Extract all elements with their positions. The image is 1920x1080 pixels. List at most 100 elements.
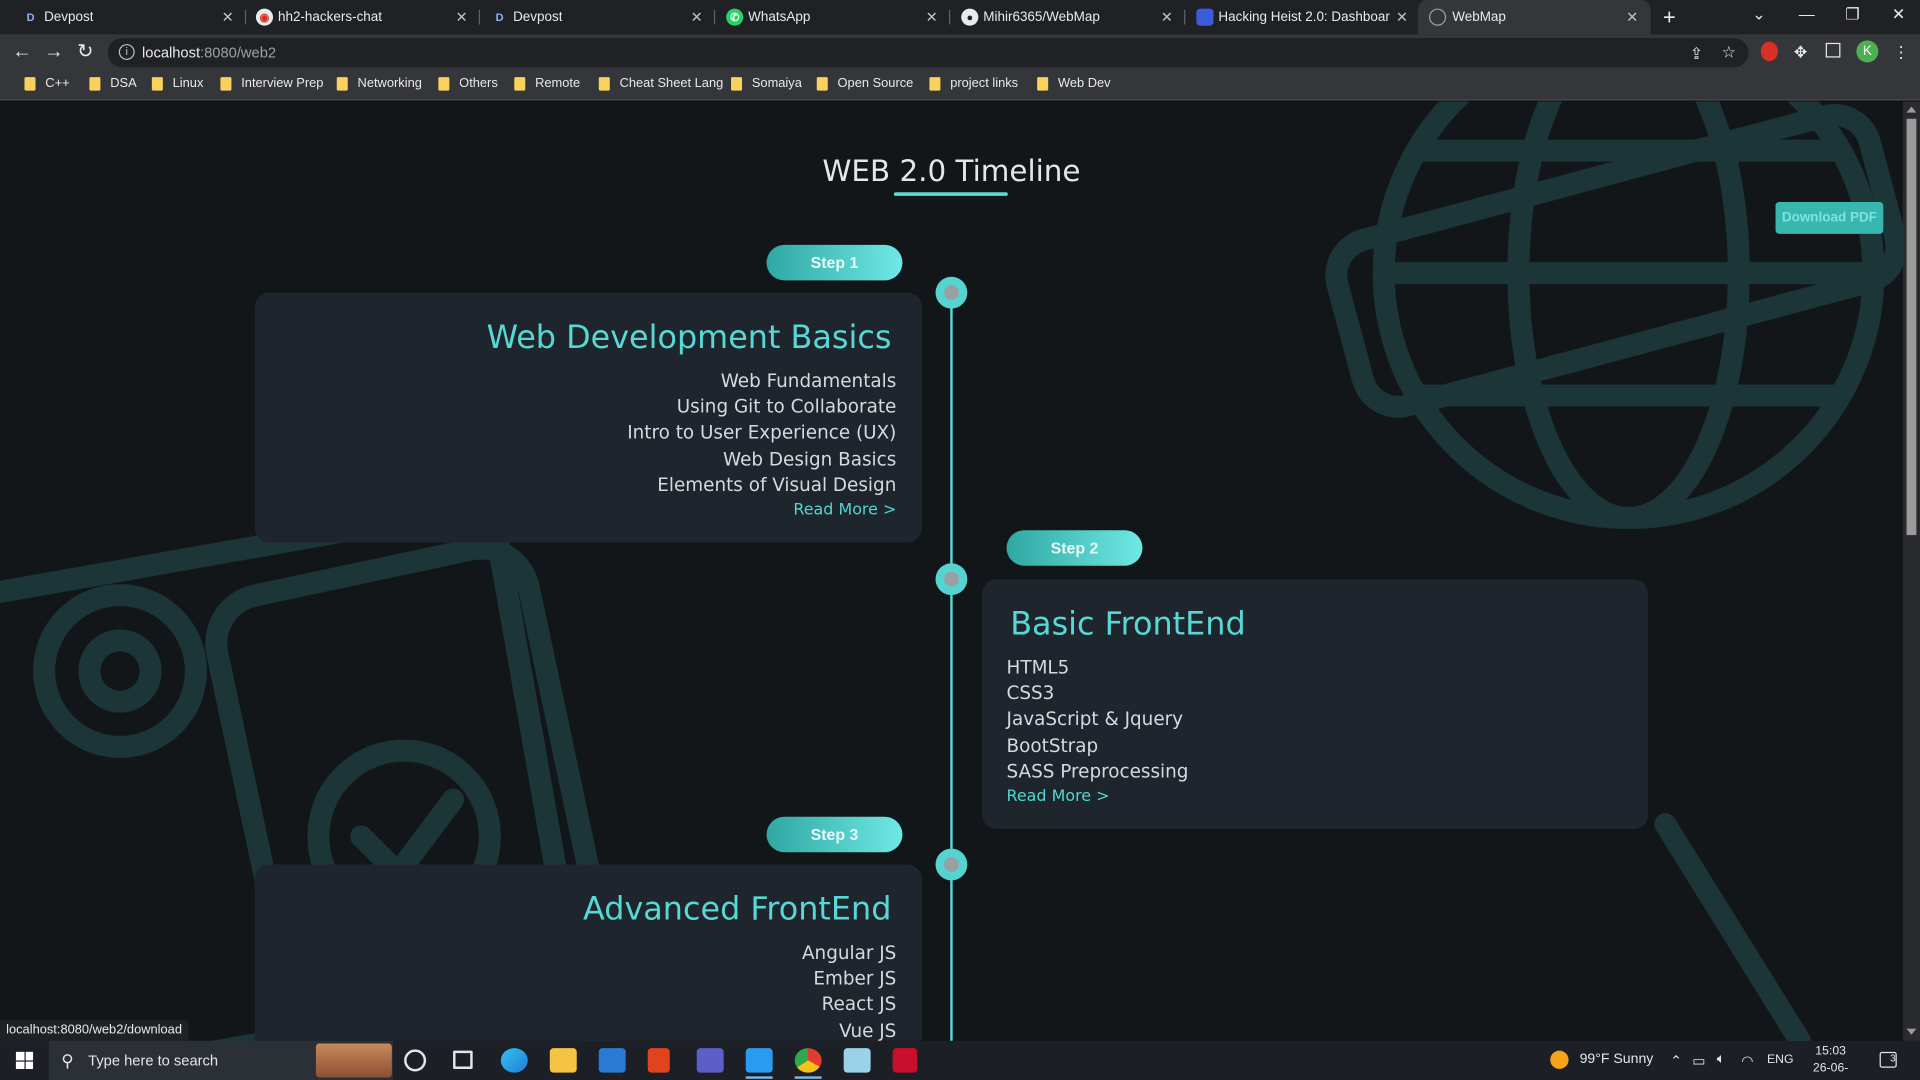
tab-whatsapp[interactable]: ✆ WhatsApp ✕	[726, 0, 940, 34]
office-icon[interactable]	[647, 1048, 670, 1073]
globe-icon	[1428, 8, 1447, 26]
tab-webmap[interactable]: WebMap ✕	[1417, 0, 1651, 35]
file-explorer-icon[interactable]	[549, 1048, 577, 1073]
card-title: Advanced FrontEnd	[583, 891, 892, 929]
teams-icon[interactable]	[696, 1048, 724, 1073]
bookmark-folder[interactable]: Web Dev	[1037, 76, 1111, 91]
scroll-up-icon[interactable]	[1906, 106, 1917, 113]
tab-devpost-1[interactable]: D Devpost ✕	[22, 0, 236, 34]
back-icon[interactable]: ←	[12, 42, 32, 64]
list-item: JavaScript & Jquery	[1006, 708, 1184, 731]
webmap-page: WEB 2.0 Timeline Download PDF Step 1 Web…	[0, 101, 1903, 1041]
list-item: Vue JS	[839, 1019, 897, 1041]
reload-icon[interactable]: ↻	[77, 42, 93, 64]
timeline-card-step-2: Basic FrontEnd HTML5 CSS3 JavaScript & J…	[982, 579, 1649, 829]
bookmark-folder[interactable]: Cheat Sheet Lang	[598, 76, 723, 91]
read-more-link[interactable]: Read More >	[793, 501, 896, 519]
address-bar[interactable]: i localhost:8080/web2 ⇪ ☆	[107, 37, 1749, 68]
close-tab-icon[interactable]: ✕	[1624, 9, 1641, 26]
close-tab-icon[interactable]: ✕	[688, 9, 705, 26]
close-tab-icon[interactable]: ✕	[453, 9, 470, 26]
bookmark-star-icon[interactable]: ☆	[1722, 43, 1736, 63]
bookmark-folder[interactable]: Linux	[151, 76, 203, 91]
list-item: HTML5	[1006, 656, 1070, 679]
folder-icon	[336, 76, 348, 91]
share-icon[interactable]: ⇪	[1690, 44, 1703, 64]
bookmark-folder[interactable]: project links	[929, 76, 1018, 91]
volume-icon[interactable]: 🔈︎	[1717, 1052, 1725, 1068]
taskbar-clock[interactable]: 15:03 26-06-2022	[1800, 1043, 1861, 1080]
restore-icon[interactable]: ❐	[1845, 5, 1859, 25]
tab-search-icon[interactable]: ⌄	[1752, 5, 1765, 25]
folder-icon	[24, 76, 36, 91]
download-pdf-button[interactable]: Download PDF	[1775, 202, 1884, 234]
wifi-icon[interactable]: ◠	[1741, 1052, 1753, 1069]
mail-icon[interactable]	[598, 1048, 626, 1073]
timeline-node	[935, 563, 968, 596]
bookmark-folder[interactable]: Remote	[514, 76, 580, 91]
edge-icon[interactable]	[500, 1048, 528, 1073]
close-tab-icon[interactable]: ✕	[923, 9, 940, 26]
extensions-puzzle-icon[interactable]: ✥	[1794, 43, 1807, 63]
bookmark-folder[interactable]: Open Source	[816, 76, 913, 91]
bookmark-folder[interactable]: Interview Prep	[220, 76, 323, 91]
vertical-scrollbar[interactable]	[1902, 101, 1920, 1041]
show-hidden-icons-icon[interactable]: ⌃	[1670, 1052, 1682, 1069]
folder-icon	[929, 76, 941, 91]
list-item: React JS	[821, 993, 897, 1016]
extension-red-icon[interactable]	[1760, 41, 1778, 62]
chrome-icon[interactable]	[794, 1048, 822, 1079]
bookmark-folder[interactable]: Others	[438, 76, 498, 91]
side-panel-icon[interactable]	[1825, 42, 1841, 58]
close-tab-icon[interactable]: ✕	[1393, 9, 1410, 26]
windows-start-icon[interactable]	[15, 1051, 34, 1069]
step-2-pill: Step 2	[1006, 530, 1143, 566]
list-item: Web Design Basics	[722, 447, 897, 470]
menu-kebab-icon[interactable]: ⋮	[1893, 43, 1909, 63]
close-tab-icon[interactable]: ✕	[1158, 9, 1175, 26]
title-underline	[893, 192, 1008, 196]
tab-hacking-heist-dashboard[interactable]: Hacking Heist 2.0: Dashboard | D ✕	[1196, 0, 1410, 34]
site-info-icon[interactable]: i	[118, 44, 135, 61]
profile-avatar[interactable]: K	[1856, 40, 1879, 63]
vscode-icon[interactable]	[745, 1048, 773, 1079]
language-indicator[interactable]: ENG	[1767, 1053, 1794, 1066]
tab-hh2-hackers-chat[interactable]: ◉ hh2-hackers-chat ✕	[255, 0, 470, 34]
timeline-node	[935, 848, 968, 881]
topic-list: Angular JS Ember JS React JS Vue JS	[802, 940, 897, 1041]
tab-devpost-2[interactable]: D Devpost ✕	[491, 0, 705, 34]
close-tab-icon[interactable]: ✕	[219, 9, 236, 26]
notepad-icon[interactable]	[843, 1048, 871, 1073]
scroll-down-icon[interactable]	[1906, 1028, 1917, 1035]
page-title: WEB 2.0 Timeline	[822, 154, 1081, 189]
tab-separator	[478, 9, 481, 25]
taskbar-search[interactable]: ⚲ Type here to search	[48, 1040, 394, 1080]
close-window-icon[interactable]: ✕	[1892, 5, 1905, 25]
bookmark-folder[interactable]: Networking	[336, 76, 422, 91]
cortana-icon[interactable]	[404, 1049, 427, 1072]
card-title: Basic FrontEnd	[1010, 606, 1246, 643]
mcafee-icon[interactable]	[892, 1048, 918, 1073]
bookmark-folder[interactable]: DSA	[89, 76, 137, 91]
bookmark-folder[interactable]: Somaiya	[731, 76, 802, 91]
step-1-pill: Step 1	[766, 244, 903, 281]
task-view-icon[interactable]	[453, 1050, 473, 1069]
devpost-icon: D	[491, 8, 509, 26]
scrollbar-thumb[interactable]	[1906, 118, 1917, 536]
tab-strip: D Devpost ✕ ◉ hh2-hackers-chat ✕ D Devpo…	[0, 0, 1920, 35]
windows-taskbar: ⚲ Type here to search 99°F Sunny ⌃ ▭ 🔈︎ …	[0, 1040, 1920, 1080]
minimize-icon[interactable]: —	[1799, 5, 1815, 23]
battery-icon[interactable]: ▭	[1692, 1052, 1705, 1069]
forward-icon[interactable]: →	[44, 42, 64, 64]
folder-icon	[151, 76, 163, 91]
new-tab-button[interactable]: +	[1663, 6, 1676, 28]
weather-text[interactable]: 99°F Sunny	[1580, 1052, 1654, 1067]
topic-list: Web Fundamentals Using Git to Collaborat…	[627, 369, 896, 499]
notification-center-icon[interactable]: 3	[1879, 1051, 1897, 1068]
list-item: Elements of Visual Design	[657, 473, 897, 496]
tab-github-webmap[interactable]: ● Mihir6365/WebMap ✕	[961, 0, 1175, 34]
read-more-link[interactable]: Read More >	[1007, 787, 1110, 805]
weather-sun-icon	[1550, 1050, 1569, 1069]
folder-icon	[514, 76, 526, 91]
bookmark-folder[interactable]: C++	[24, 76, 70, 91]
